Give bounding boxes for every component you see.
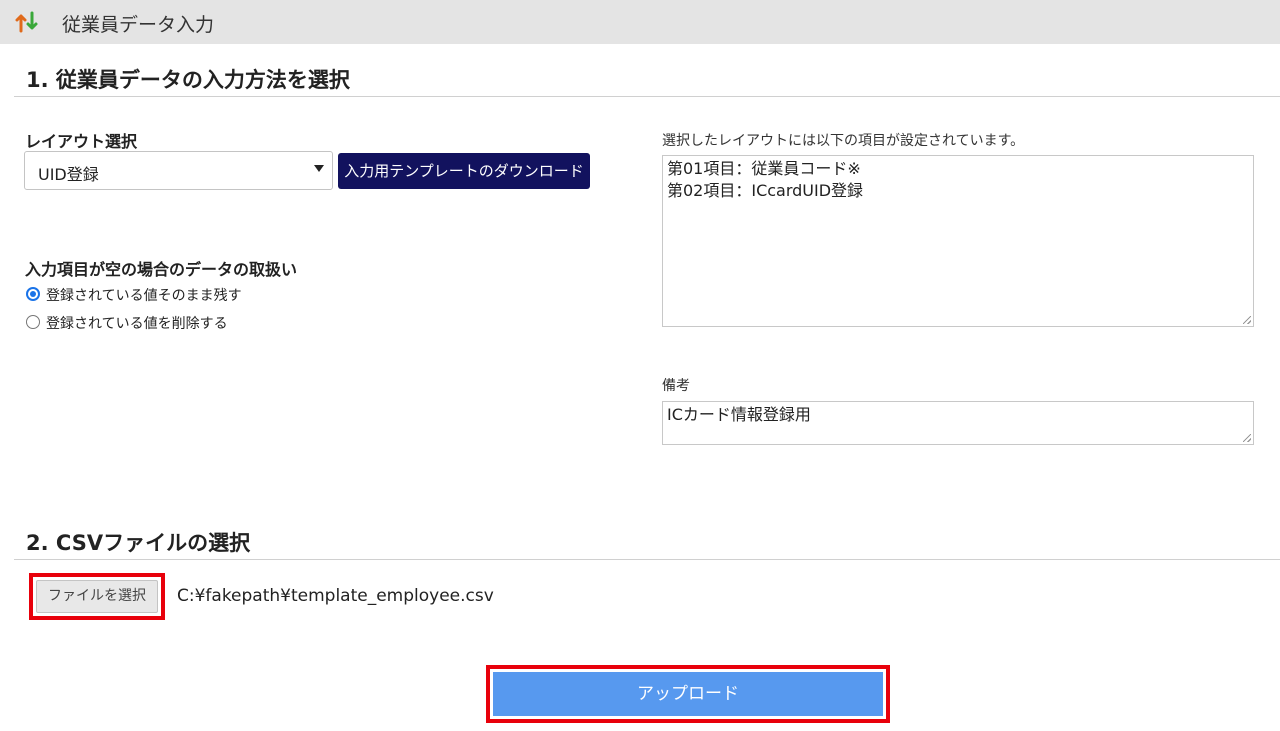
selected-file-path: C:¥fakepath¥template_employee.csv xyxy=(177,586,494,606)
choose-file-button[interactable]: ファイルを選択 xyxy=(36,580,158,613)
radio-keep-values[interactable]: 登録されている値そのまま残す xyxy=(26,285,286,304)
resize-handle-icon[interactable] xyxy=(1243,316,1251,324)
chevron-down-icon xyxy=(314,165,324,172)
sort-arrows-icon xyxy=(15,11,38,33)
section-1-divider xyxy=(14,96,1280,97)
template-download-button[interactable]: 入力用テンプレートのダウンロード xyxy=(338,153,590,189)
section-2-divider xyxy=(14,559,1280,560)
radio-button-checked[interactable] xyxy=(26,287,40,301)
section-1-title: 1. 従業員データの入力方法を選択 xyxy=(26,68,350,92)
remarks-value: ICカード情報登録用 xyxy=(667,405,811,424)
radio-delete-values[interactable]: 登録されている値を削除する xyxy=(26,313,286,332)
fields-list-textarea[interactable]: 第01項目：従業員コード※ 第02項目：ICcardUID登録 xyxy=(662,155,1254,327)
resize-handle-icon[interactable] xyxy=(1243,434,1251,442)
layout-select[interactable]: UID登録 xyxy=(24,151,333,190)
layout-select-label: レイアウト選択 xyxy=(25,132,138,151)
radio-button[interactable] xyxy=(26,315,40,329)
section-2-title: 2. CSVファイルの選択 xyxy=(26,531,251,555)
title-bar: 従業員データ入力 xyxy=(0,0,1280,44)
radio-keep-values-label: 登録されている値そのまま残す xyxy=(46,288,242,304)
empty-handling-label: 入力項目が空の場合のデータの取扱い xyxy=(25,260,298,279)
remarks-textarea[interactable]: ICカード情報登録用 xyxy=(662,401,1254,445)
fields-description: 選択したレイアウトには以下の項目が設定されています。 xyxy=(662,133,1025,149)
fields-list-item: 第01項目：従業員コード※ xyxy=(667,159,861,178)
fields-list-item: 第02項目：ICcardUID登録 xyxy=(667,181,864,200)
window-title: 従業員データ入力 xyxy=(62,14,215,36)
upload-button[interactable]: アップロード xyxy=(493,672,883,716)
layout-select-value: UID登録 xyxy=(38,165,99,184)
radio-delete-values-label: 登録されている値を削除する xyxy=(46,316,228,332)
remarks-label: 備考 xyxy=(662,378,690,394)
